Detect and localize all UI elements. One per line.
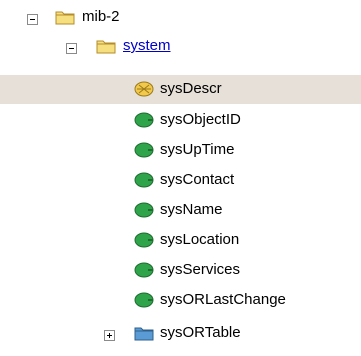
tree-leaf-sysUpTime[interactable]: sysUpTime [0,137,361,166]
leaf-object-icon [134,111,154,129]
tree-leaf-label: sysName [160,201,223,218]
expand-toggle-icon[interactable] [104,330,115,341]
leaf-object-icon [134,201,154,219]
table-folder-icon [134,324,154,342]
tree-node-label: sysORTable [160,324,241,341]
leaf-object-icon [134,291,154,309]
leaf-object-icon [134,80,154,98]
leaf-object-icon [134,231,154,249]
tree-leaf-sysLocation[interactable]: sysLocation [0,227,361,256]
leaf-object-icon [134,261,154,279]
tree-leaf-label: sysORLastChange [160,291,286,308]
folder-icon [96,37,116,55]
tree-leaf-sysServices[interactable]: sysServices [0,257,361,286]
tree-leaf-sysORLastChange[interactable]: sysORLastChange [0,287,361,316]
folder-icon [55,8,75,26]
tree-node-label[interactable]: system [123,37,171,55]
tree-leaf-sysDescr[interactable]: sysDescr [0,75,361,104]
tree-leaf-label: sysContact [160,171,235,188]
tree-leaf-label: sysServices [160,261,241,278]
tree-leaf-sysContact[interactable]: sysContact [0,167,361,196]
tree-node-sysORTable[interactable]: sysORTable [0,319,361,348]
tree-node-mib-2[interactable]: mib-2 [0,3,361,32]
tree-leaf-label: sysUpTime [160,141,235,158]
leaf-object-icon [134,171,154,189]
tree-leaf-label: sysObjectID [160,111,241,128]
collapse-toggle-icon[interactable] [27,14,38,25]
tree-leaf-sysName[interactable]: sysName [0,197,361,226]
tree-leaf-sysObjectID[interactable]: sysObjectID [0,107,361,136]
collapse-toggle-icon[interactable] [66,43,77,54]
tree-leaf-label: sysDescr [160,80,222,97]
tree-leaf-label: sysLocation [160,231,240,248]
tree-node-system[interactable]: system [0,32,361,61]
tree-node-label: mib-2 [82,8,120,25]
leaf-object-icon [134,141,154,159]
